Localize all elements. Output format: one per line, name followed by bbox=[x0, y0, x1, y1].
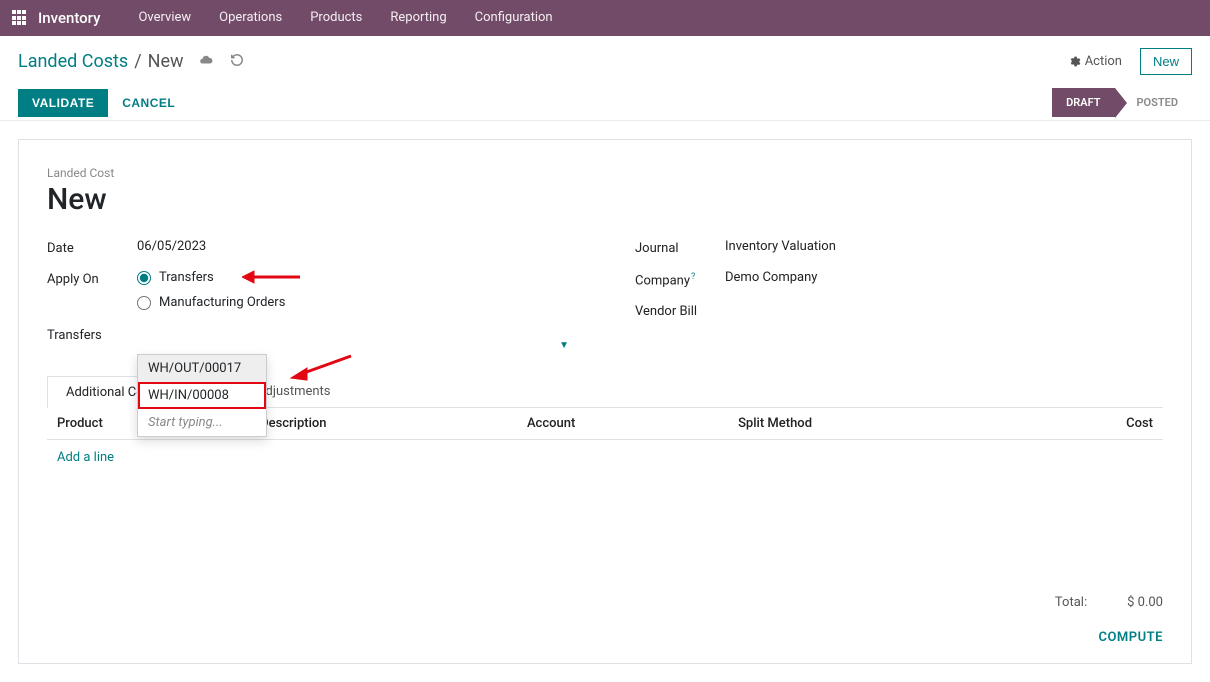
dropdown-item-whin[interactable]: WH/IN/00008 bbox=[138, 382, 266, 409]
statusbar: DRAFT POSTED bbox=[1052, 88, 1192, 117]
radio-transfers-label: Transfers bbox=[159, 270, 214, 285]
col-description[interactable]: Description bbox=[250, 408, 517, 440]
radio-mo[interactable] bbox=[137, 296, 151, 310]
menu-configuration[interactable]: Configuration bbox=[461, 0, 567, 36]
col-account[interactable]: Account bbox=[517, 408, 728, 440]
vendor-bill-label: Vendor Bill bbox=[635, 302, 725, 319]
top-menu: Overview Operations Products Reporting C… bbox=[124, 0, 566, 36]
form-sheet: Landed Cost New Date 06/05/2023 Apply On… bbox=[18, 139, 1192, 664]
discard-icon[interactable] bbox=[230, 53, 244, 71]
menu-overview[interactable]: Overview bbox=[124, 0, 205, 36]
action-bar: VALIDATE CANCEL DRAFT POSTED bbox=[0, 85, 1210, 121]
left-column: Date 06/05/2023 Apply On Transfers Manuf… bbox=[47, 239, 575, 343]
right-column: Journal Inventory Valuation Company? Dem… bbox=[635, 239, 1163, 343]
compute-button[interactable]: COMPUTE bbox=[47, 630, 1163, 645]
sheet-subtitle: Landed Cost bbox=[47, 166, 1163, 180]
breadcrumb: Landed Costs / New bbox=[18, 51, 184, 72]
col-cost[interactable]: Cost bbox=[1018, 408, 1163, 440]
company-value[interactable]: Demo Company bbox=[725, 270, 817, 285]
breadcrumb-current: New bbox=[148, 51, 184, 72]
caret-down-icon: ▼ bbox=[559, 340, 569, 351]
dropdown-item-whout[interactable]: WH/OUT/00017 bbox=[138, 355, 266, 382]
transfers-label: Transfers bbox=[47, 328, 137, 343]
menu-operations[interactable]: Operations bbox=[205, 0, 296, 36]
breadcrumb-parent[interactable]: Landed Costs bbox=[18, 51, 128, 72]
topbar: Inventory Overview Operations Products R… bbox=[0, 0, 1210, 36]
total-value: $ 0.00 bbox=[1127, 595, 1163, 610]
cancel-button[interactable]: CANCEL bbox=[108, 89, 189, 117]
date-label: Date bbox=[47, 239, 137, 256]
radio-mo-label: Manufacturing Orders bbox=[159, 295, 285, 310]
apps-icon[interactable] bbox=[12, 10, 28, 26]
breadcrumb-separator: / bbox=[134, 51, 141, 72]
add-line-link[interactable]: Add a line bbox=[57, 450, 114, 465]
gear-icon bbox=[1068, 55, 1081, 68]
app-name[interactable]: Inventory bbox=[38, 9, 100, 27]
action-dropdown[interactable]: Action bbox=[1068, 54, 1122, 69]
menu-products[interactable]: Products bbox=[296, 0, 376, 36]
apply-on-transfers[interactable]: Transfers bbox=[137, 270, 285, 285]
breadcrumb-bar: Landed Costs / New Action New bbox=[0, 36, 1210, 85]
date-value[interactable]: 06/05/2023 bbox=[137, 239, 206, 254]
total-label: Total: bbox=[1055, 595, 1087, 610]
journal-label: Journal bbox=[635, 239, 725, 256]
menu-reporting[interactable]: Reporting bbox=[376, 0, 460, 36]
apply-on-label: Apply On bbox=[47, 270, 137, 287]
new-button[interactable]: New bbox=[1140, 48, 1192, 75]
dropdown-start-typing[interactable]: Start typing... bbox=[138, 409, 266, 436]
company-label: Company? bbox=[635, 270, 725, 288]
radio-transfers[interactable] bbox=[137, 271, 151, 285]
journal-value[interactable]: Inventory Valuation bbox=[725, 239, 836, 254]
apply-on-mo[interactable]: Manufacturing Orders bbox=[137, 295, 285, 310]
col-split[interactable]: Split Method bbox=[728, 408, 1018, 440]
cloud-unsaved-icon[interactable] bbox=[198, 53, 214, 71]
totals: Total: $ 0.00 COMPUTE bbox=[47, 595, 1163, 645]
validate-button[interactable]: VALIDATE bbox=[18, 89, 108, 117]
transfers-dropdown: WH/OUT/00017 WH/IN/00008 Start typing... bbox=[137, 354, 267, 437]
status-draft[interactable]: DRAFT bbox=[1052, 88, 1114, 117]
help-icon[interactable]: ? bbox=[691, 272, 695, 282]
sheet-title: New bbox=[47, 182, 1163, 217]
action-label: Action bbox=[1085, 54, 1122, 69]
